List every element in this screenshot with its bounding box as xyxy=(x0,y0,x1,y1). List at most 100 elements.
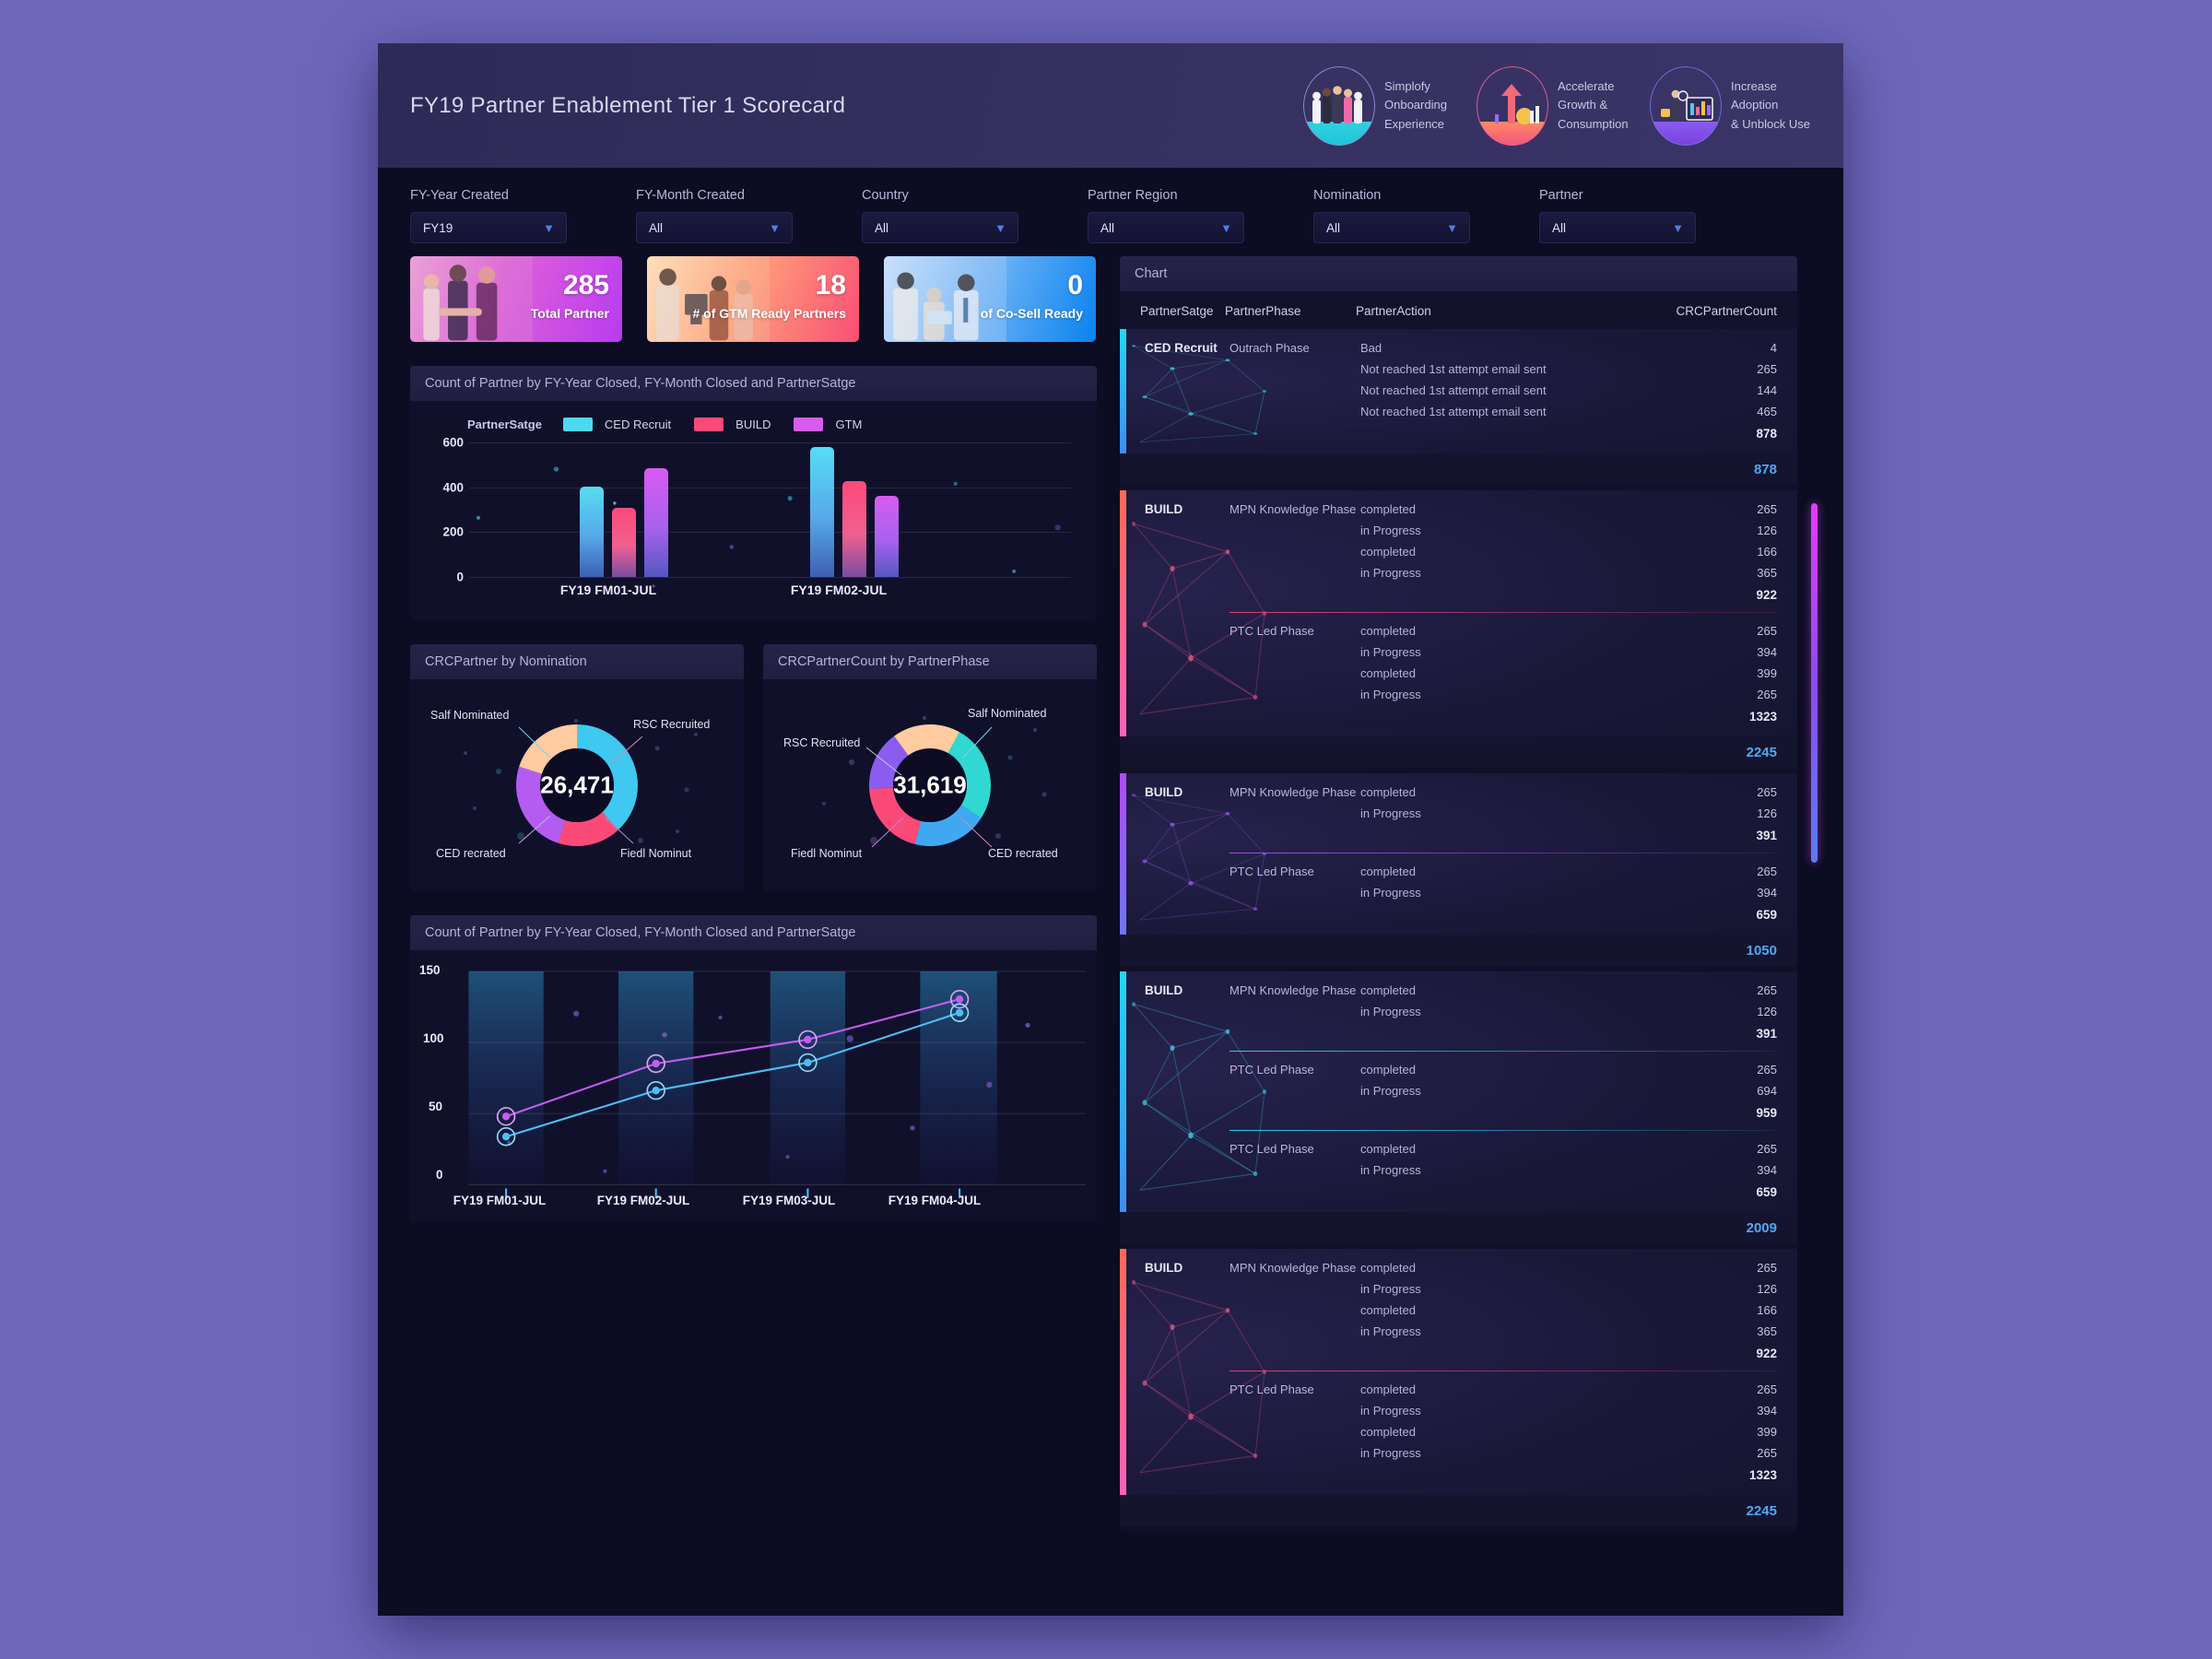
table-row[interactable]: in Progress 365 xyxy=(1360,1324,1777,1338)
chart-table-panel: Chart PartnerSatge PartnerPhase PartnerA… xyxy=(1120,256,1797,1532)
donut-center-value: 31,619 xyxy=(893,771,967,799)
kpi-card-gtm-ready[interactable]: 18 # of GTM Ready Partners xyxy=(647,256,859,342)
table-row[interactable]: in Progress 365 xyxy=(1360,566,1777,580)
table-row[interactable]: completed 265 xyxy=(1360,1382,1777,1396)
table-row[interactable]: Not reached 1st attempt email sent 465 xyxy=(1360,405,1777,418)
bar-series-container xyxy=(469,442,1071,577)
table-row[interactable]: completed 399 xyxy=(1360,666,1777,680)
table-row[interactable]: completed 265 xyxy=(1360,624,1777,638)
table-group: CED Recruit Outrach Phase Bad 4 Not reac… xyxy=(1120,329,1797,485)
filter-dropdown[interactable]: All ▼ xyxy=(1088,212,1244,243)
partner-action-label: in Progress xyxy=(1360,524,1421,537)
bar-gtm-fm01[interactable] xyxy=(644,468,668,577)
table-row[interactable]: completed 265 xyxy=(1360,1142,1777,1156)
table-row[interactable]: in Progress 126 xyxy=(1360,806,1777,820)
table-row[interactable]: in Progress 126 xyxy=(1360,524,1777,537)
filter-label: Partner xyxy=(1539,188,1583,203)
kpi-card-row: 285 Total Partner 18 # of GTM Ready Part… xyxy=(410,256,1097,342)
crc-partner-count: 399 xyxy=(1757,1425,1777,1439)
bar-ced-fm02[interactable] xyxy=(810,447,834,577)
crc-partner-count: 265 xyxy=(1757,1142,1777,1156)
table-row[interactable]: Not reached 1st attempt email sent 265 xyxy=(1360,362,1777,376)
action-list: completed 265 in Progress 694 959 xyxy=(1360,1063,1777,1120)
table-row[interactable]: in Progress 126 xyxy=(1360,1282,1777,1296)
filter-value: All xyxy=(875,220,889,235)
table-group-body: BUILD MPN Knowledge Phase completed 265 … xyxy=(1120,490,1797,736)
table-row[interactable]: completed 265 xyxy=(1360,502,1777,516)
vertical-scrollbar[interactable] xyxy=(1811,503,1818,863)
chevron-down-icon: ▼ xyxy=(1220,220,1232,235)
y-tick: 0 xyxy=(456,570,464,584)
crc-partner-count: 166 xyxy=(1757,545,1777,559)
table-row[interactable]: Bad 4 xyxy=(1360,341,1777,355)
partner-action-label: in Progress xyxy=(1360,688,1421,701)
crc-partner-count: 126 xyxy=(1757,1282,1777,1296)
x-tick-label: FY19 FM04-JUL xyxy=(888,1194,982,1207)
partner-action-label: completed xyxy=(1360,1142,1416,1156)
table-row[interactable]: Not reached 1st attempt email sent 144 xyxy=(1360,383,1777,397)
kpi-card-total-partner[interactable]: 285 Total Partner xyxy=(410,256,622,342)
partner-action-label: in Progress xyxy=(1360,566,1421,580)
column-header-partneraction: PartnerAction xyxy=(1356,304,1431,318)
table-group-body: BUILD MPN Knowledge Phase completed 265 … xyxy=(1120,773,1797,935)
table-row[interactable]: in Progress 694 xyxy=(1360,1084,1777,1098)
filter-dropdown[interactable]: All ▼ xyxy=(636,212,793,243)
table-row[interactable]: completed 166 xyxy=(1360,545,1777,559)
donut-chart-partnerphase: Salf Nominated CED recrated Fiedl Nominu… xyxy=(763,679,1097,891)
partner-action-label: in Progress xyxy=(1360,1282,1421,1296)
bar-build-fm02[interactable] xyxy=(842,481,866,577)
table-row[interactable]: completed 265 xyxy=(1360,785,1777,799)
header-badge-group: Simplofy Onboarding Experience Accelerat… xyxy=(1303,65,1816,146)
table-row[interactable]: in Progress 265 xyxy=(1360,1446,1777,1460)
crc-partner-count: 465 xyxy=(1757,405,1777,418)
donut-slice-label: Fiedl Nominut xyxy=(791,847,863,860)
partner-phase-label: PTC Led Phase xyxy=(1230,865,1314,878)
group-total: 2245 xyxy=(1120,736,1797,768)
table-row[interactable]: completed 265 xyxy=(1360,983,1777,997)
phase-subtotal: 922 xyxy=(1756,1347,1777,1360)
filter-dropdown[interactable]: All ▼ xyxy=(862,212,1018,243)
bar-gtm-fm02[interactable] xyxy=(875,496,899,577)
crc-partner-count: 126 xyxy=(1757,524,1777,537)
filter-dropdown[interactable]: All ▼ xyxy=(1313,212,1470,243)
table-row[interactable]: in Progress 394 xyxy=(1360,886,1777,900)
filter-label: FY-Month Created xyxy=(636,188,745,203)
legend-swatch-ced xyxy=(562,418,593,431)
filter-dropdown[interactable]: FY19 ▼ xyxy=(410,212,567,243)
legend-label: CED Recruit xyxy=(604,418,672,431)
filter-value: All xyxy=(1100,220,1115,235)
group-columns: BUILD MPN Knowledge Phase completed 265 … xyxy=(1126,490,1797,736)
page-title: FY19 Partner Enablement Tier 1 Scorecard xyxy=(410,92,846,118)
table-row[interactable]: completed 265 xyxy=(1360,1063,1777,1077)
crc-partner-count: 394 xyxy=(1757,1404,1777,1418)
bar-build-fm01[interactable] xyxy=(612,508,636,577)
table-row[interactable]: in Progress 394 xyxy=(1360,1163,1777,1177)
phase-block: PTC Led Phase completed 265 in Progress … xyxy=(1230,624,1777,724)
y-tick: 150 xyxy=(419,963,441,977)
y-tick: 50 xyxy=(429,1100,443,1113)
growth-arrow-icon xyxy=(1477,65,1548,146)
table-row[interactable]: in Progress 265 xyxy=(1360,688,1777,701)
table-row[interactable]: in Progress 394 xyxy=(1360,645,1777,659)
table-row[interactable]: completed 166 xyxy=(1360,1303,1777,1317)
table-row[interactable]: in Progress 394 xyxy=(1360,1404,1777,1418)
bar-ced-fm01[interactable] xyxy=(580,487,604,577)
filter-country: Country All ▼ xyxy=(862,188,1018,243)
crc-partner-count: 394 xyxy=(1757,1163,1777,1177)
crc-partner-count: 265 xyxy=(1757,1261,1777,1275)
filter-dropdown[interactable]: All ▼ xyxy=(1539,212,1696,243)
kpi-card-cosell-ready[interactable]: 0 of Co-Sell Ready xyxy=(884,256,1096,342)
legend-label: GTM xyxy=(835,418,863,431)
table-row[interactable]: completed 265 xyxy=(1360,1261,1777,1275)
phase-subtotal: 878 xyxy=(1756,427,1777,441)
table-row[interactable]: completed 399 xyxy=(1360,1425,1777,1439)
bar-chart: PartnerSatge CED Recruit BUILD GTM 600 4… xyxy=(410,401,1097,620)
group-phases: Outrach Phase Bad 4 Not reached 1st atte… xyxy=(1230,341,1777,441)
bar-chart-legend: PartnerSatge CED Recruit BUILD GTM xyxy=(467,418,1078,431)
table-row[interactable]: completed 265 xyxy=(1360,865,1777,878)
partner-stage-label: BUILD xyxy=(1145,1261,1183,1275)
partner-stage-label: BUILD xyxy=(1145,785,1183,799)
phase-divider xyxy=(1230,1051,1777,1052)
table-row[interactable]: in Progress 126 xyxy=(1360,1005,1777,1018)
partner-action-label: in Progress xyxy=(1360,1446,1421,1460)
